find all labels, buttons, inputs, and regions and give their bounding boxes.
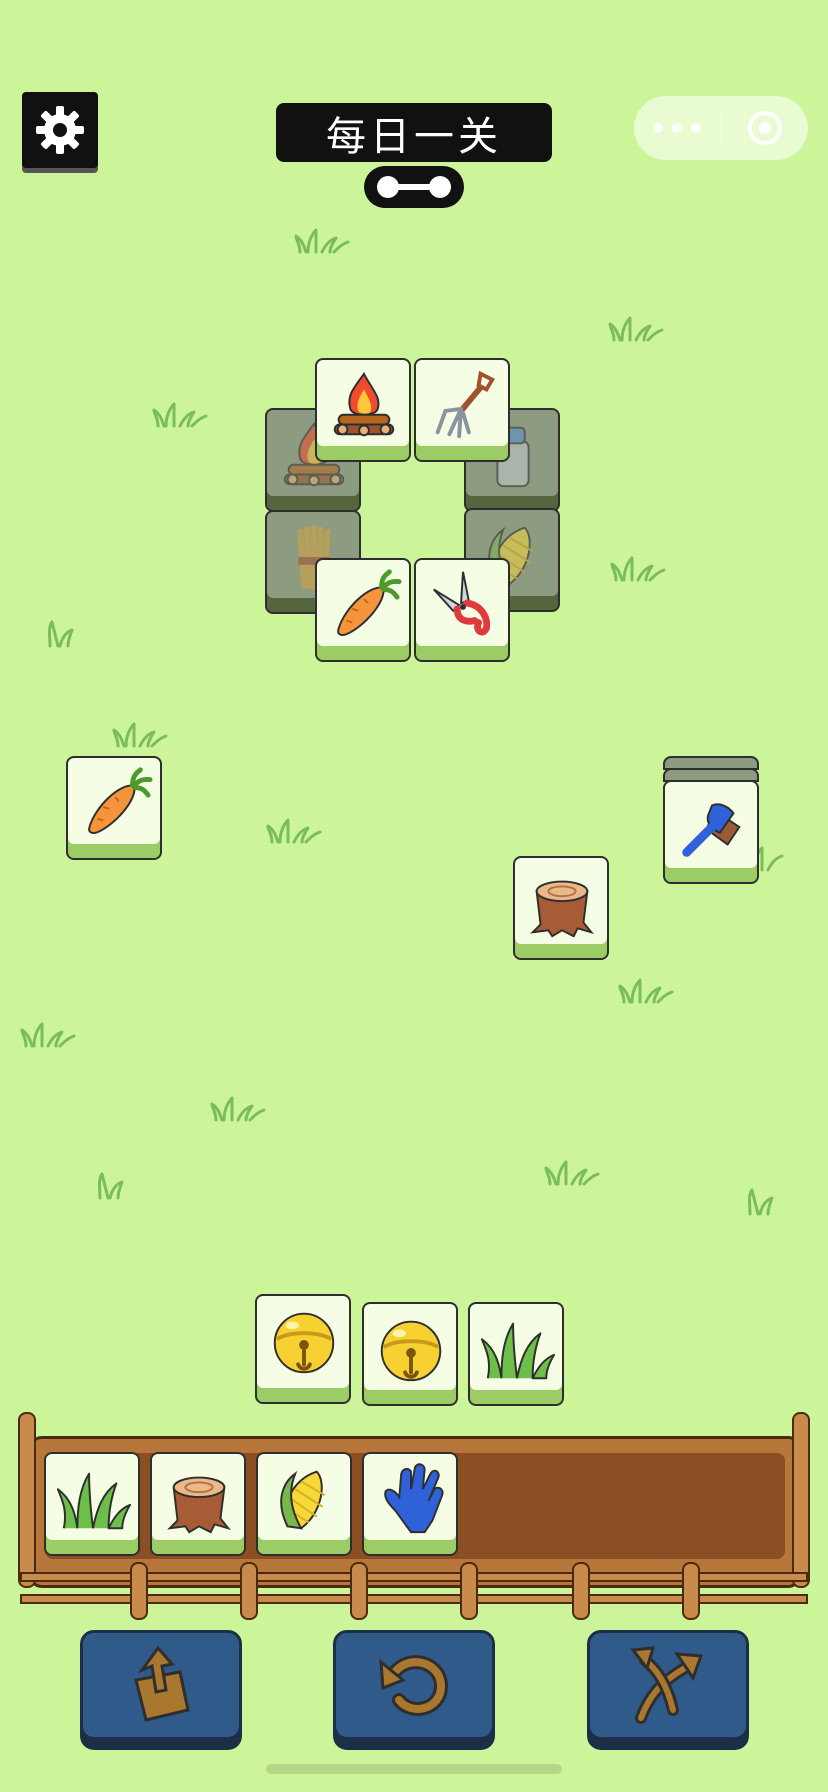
grass-decoration [20, 1022, 76, 1048]
move-out-button[interactable] [80, 1630, 242, 1740]
home-indicator [266, 1764, 562, 1774]
tile-pruning-shears[interactable] [414, 558, 510, 662]
pruning-shears-icon [424, 566, 502, 644]
undo-button[interactable] [333, 1630, 495, 1740]
grass-decoration [48, 620, 74, 648]
miniprogram-capsule: ••• [634, 96, 808, 160]
tile-golden-bell[interactable] [362, 1302, 458, 1406]
tray-slot-tree-stump [150, 1452, 246, 1556]
close-miniprogram-button[interactable] [722, 109, 809, 147]
tile-blue-brush[interactable] [663, 780, 759, 884]
grass-decoration [618, 978, 674, 1004]
level-progress-indicator [364, 166, 464, 208]
more-menu-button[interactable]: ••• [634, 112, 721, 145]
tile-pitchfork[interactable] [414, 358, 510, 462]
tile-grass-tuft[interactable] [468, 1302, 564, 1406]
grass-tuft-icon [54, 1460, 132, 1538]
pitchfork-icon [424, 366, 502, 444]
grass-decoration [152, 402, 208, 428]
tile-campfire[interactable] [315, 358, 411, 462]
fence-post [130, 1562, 148, 1620]
tree-stump-icon [523, 864, 601, 942]
grass-decoration [544, 1160, 600, 1186]
tile-golden-bell[interactable] [255, 1294, 351, 1404]
gear-icon [36, 106, 84, 154]
undo-arrow-icon [379, 1655, 449, 1716]
tray-slot-corn [256, 1452, 352, 1556]
golden-bell-icon [372, 1310, 450, 1388]
tile-tree-stump[interactable] [513, 856, 609, 960]
fence-post [460, 1562, 478, 1620]
corn-icon [266, 1460, 344, 1538]
page-title: 每日一关 [276, 103, 552, 162]
grass-decoration [112, 722, 168, 748]
grass-tuft-icon [478, 1310, 556, 1388]
settings-button[interactable] [22, 92, 98, 168]
grass-decoration [210, 1096, 266, 1122]
fence-post [572, 1562, 590, 1620]
tray-slot-grass-tuft [44, 1452, 140, 1556]
blue-brush-icon [673, 788, 751, 866]
target-circle-icon [747, 111, 782, 145]
fence-post [18, 1412, 36, 1588]
box-arrow-up-icon [134, 1645, 190, 1722]
tree-stump-icon [160, 1460, 238, 1538]
grass-decoration [294, 228, 350, 254]
grass-decoration [608, 316, 664, 342]
carrot-icon [325, 566, 403, 644]
campfire-icon [325, 366, 403, 444]
fence-post [240, 1562, 258, 1620]
golden-bell-icon [265, 1302, 343, 1380]
grass-decoration [266, 818, 322, 844]
fence-post [682, 1562, 700, 1620]
fence-post [350, 1562, 368, 1620]
grass-decoration [748, 1188, 774, 1216]
fence-post [792, 1412, 810, 1588]
tray-slot-blue-glove [362, 1452, 458, 1556]
grass-decoration [610, 556, 666, 582]
tile-carrot[interactable] [66, 756, 162, 860]
carrot-icon [76, 764, 154, 842]
tile-carrot[interactable] [315, 558, 411, 662]
blue-glove-icon [372, 1460, 450, 1538]
grass-decoration [98, 1172, 124, 1200]
shuffle-button[interactable] [587, 1630, 749, 1740]
progress-dots-icon [377, 176, 451, 198]
shuffle-arrows-icon [630, 1646, 704, 1724]
